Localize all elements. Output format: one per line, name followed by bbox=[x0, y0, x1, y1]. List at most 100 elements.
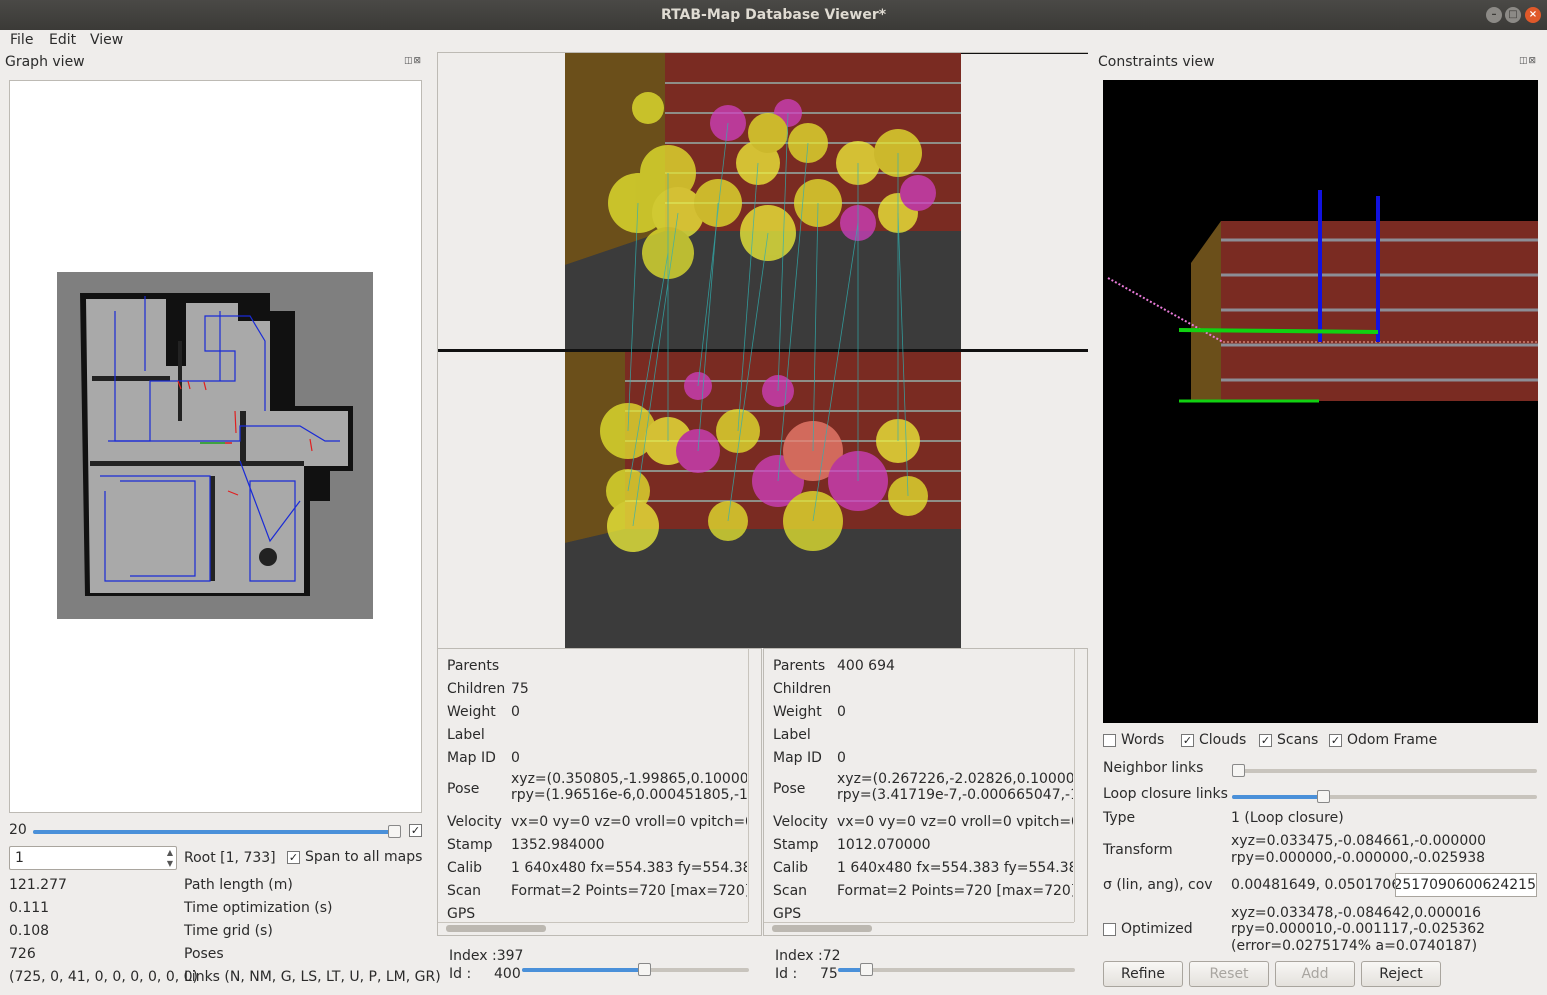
checkbox-clouds[interactable]: ✓ Clouds bbox=[1181, 732, 1246, 748]
info-row: Scan Format=2 Points=720 [max=720] Ra bbox=[447, 883, 747, 903]
stat-row: (725, 0, 41, 0, 0, 0, 0, 0, 0) Links (N, … bbox=[9, 969, 441, 989]
info-right-vscroll[interactable] bbox=[1074, 649, 1087, 922]
info-key: Stamp bbox=[447, 837, 493, 853]
root-label: Root [1, 733] bbox=[184, 850, 276, 866]
checkbox-words[interactable]: Words bbox=[1103, 732, 1164, 748]
spin-arrows-icon[interactable]: ▲ ▼ bbox=[167, 847, 173, 869]
root-spinbox[interactable]: 1 ▲ ▼ bbox=[9, 846, 177, 870]
sigma-label: σ (lin, ang), cov bbox=[1103, 877, 1213, 893]
checkbox-label: Words bbox=[1121, 732, 1165, 748]
checkbox-label: Scans bbox=[1277, 732, 1319, 748]
info-row: Parents bbox=[447, 658, 747, 678]
optimized-error: (error=0.0275174% a=0.0740187) bbox=[1231, 938, 1478, 954]
optimized-xyz: xyz=0.033478,-0.084642,0.000016 bbox=[1231, 905, 1482, 921]
info-key: Children bbox=[773, 681, 832, 697]
menu-edit[interactable]: Edit bbox=[49, 32, 76, 48]
covariance-value: 2517090600624215] bbox=[1395, 877, 1536, 893]
type-value: 1 (Loop closure) bbox=[1231, 810, 1344, 826]
stat-value: 726 bbox=[9, 946, 36, 962]
image-view-panel[interactable] bbox=[437, 52, 1088, 648]
info-left-hscroll[interactable] bbox=[438, 922, 748, 935]
loop-closure-links-slider[interactable] bbox=[1232, 795, 1537, 799]
stat-value: 0.108 bbox=[9, 923, 50, 939]
stat-label: Links (N, NM, G, LS, LT, U, P, LM, GR) bbox=[184, 969, 441, 985]
stat-row: 0.111 Time optimization (s) bbox=[9, 900, 429, 920]
checkbox-label: Clouds bbox=[1199, 732, 1247, 748]
right-index-slider-handle[interactable] bbox=[860, 963, 874, 976]
maximize-icon[interactable]: □ bbox=[1505, 7, 1521, 23]
info-value: Format=2 Points=720 [max=720] Ra bbox=[837, 883, 1073, 899]
stat-value: (725, 0, 41, 0, 0, 0, 0, 0, 0) bbox=[9, 969, 199, 985]
info-key: GPS bbox=[447, 906, 476, 922]
optimized-checkbox[interactable]: Optimized bbox=[1103, 921, 1193, 937]
left-index-slider-handle[interactable] bbox=[637, 963, 651, 976]
stat-label: Time grid (s) bbox=[184, 923, 273, 939]
loop-closure-links-slider-handle[interactable] bbox=[1316, 790, 1330, 803]
checkbox-box[interactable]: ✓ bbox=[1181, 733, 1194, 747]
menu-view[interactable]: View bbox=[90, 32, 123, 48]
info-value: 0 bbox=[837, 704, 846, 720]
info-row: Calib 1 640x480 fx=554.383 fy=554.383 c bbox=[447, 860, 747, 880]
left-id-label: Id : bbox=[449, 966, 472, 982]
info-key: Map ID bbox=[447, 750, 496, 766]
info-value-line2: rpy=(3.41719e-7,-0.000665047,-1.6 bbox=[837, 787, 1073, 803]
minimize-icon[interactable]: – bbox=[1486, 7, 1502, 23]
info-row: Velocity vx=0 vy=0 vz=0 vroll=0 vpitch=0 … bbox=[447, 814, 747, 834]
span-label: Span to all maps bbox=[305, 849, 423, 865]
transform-label: Transform bbox=[1103, 842, 1173, 858]
info-value: Format=2 Points=720 [max=720] Ra bbox=[511, 883, 747, 899]
info-row: Pose xyz=(0.350805,-1.99865,0.100002) rpy=… bbox=[447, 771, 747, 807]
info-key: Velocity bbox=[773, 814, 828, 830]
info-value: 1 640x480 fx=554.383 fy=554.383 c bbox=[511, 860, 747, 876]
info-value: vx=0 vy=0 vz=0 vroll=0 vpitch=0 vya bbox=[837, 814, 1073, 830]
right-index-label: Index :72 bbox=[775, 948, 841, 964]
info-key: Calib bbox=[773, 860, 809, 876]
graph-slider[interactable] bbox=[33, 830, 399, 834]
feature-match-lines bbox=[627, 112, 909, 527]
left-index-slider[interactable] bbox=[522, 968, 749, 972]
graph-slider-checkbox[interactable]: ✓ bbox=[409, 822, 427, 838]
info-row: Children 75 bbox=[447, 681, 747, 701]
info-key: Calib bbox=[447, 860, 483, 876]
info-value: 0 bbox=[837, 750, 846, 766]
neighbor-links-label: Neighbor links bbox=[1103, 760, 1204, 776]
info-key: Scan bbox=[447, 883, 482, 899]
checkbox-box[interactable]: ✓ bbox=[1329, 733, 1342, 747]
loop-closure-links-label: Loop closure links bbox=[1103, 786, 1228, 802]
graph-slider-value: 20 bbox=[9, 822, 27, 838]
signature-info-right: Parents 400 694 Children Weight 0 Label Map ID… bbox=[763, 648, 1088, 936]
root-input-value: 1 bbox=[15, 850, 24, 866]
type-label: Type bbox=[1103, 810, 1136, 826]
info-key: Pose bbox=[773, 781, 806, 797]
reset-button[interactable]: Reset bbox=[1189, 961, 1269, 987]
info-key: Label bbox=[447, 727, 485, 743]
dock-float-close-icon[interactable]: ◫⊠ bbox=[1519, 56, 1537, 66]
info-value-line2: rpy=(1.96516e-6,0.000451805,-1.58 bbox=[511, 787, 747, 803]
neighbor-links-slider[interactable] bbox=[1232, 769, 1537, 773]
covariance-field[interactable]: 2517090600624215] bbox=[1395, 873, 1537, 897]
info-right-hscroll[interactable] bbox=[764, 922, 1074, 935]
stat-row: 0.108 Time grid (s) bbox=[9, 923, 429, 943]
stat-value: 121.277 bbox=[9, 877, 67, 893]
checkbox-box[interactable] bbox=[1103, 733, 1116, 747]
add-button[interactable]: Add bbox=[1275, 961, 1355, 987]
right-id-value: 75 bbox=[820, 966, 838, 982]
info-left-vscroll[interactable] bbox=[748, 649, 761, 922]
span-all-maps-checkbox[interactable]: ✓ Span to all maps bbox=[287, 849, 422, 865]
graph-slider-handle[interactable] bbox=[388, 825, 401, 838]
graph-view-canvas[interactable] bbox=[9, 80, 422, 813]
checkbox-label: Odom Frame bbox=[1347, 732, 1438, 748]
close-icon[interactable]: × bbox=[1525, 7, 1541, 23]
right-index-slider[interactable] bbox=[838, 968, 1075, 972]
checkbox-box[interactable]: ✓ bbox=[1259, 733, 1272, 747]
info-value: vx=0 vy=0 vz=0 vroll=0 vpitch=0 vya bbox=[511, 814, 747, 830]
reject-button[interactable]: Reject bbox=[1361, 961, 1441, 987]
checkbox-scans[interactable]: ✓ Scans bbox=[1259, 732, 1318, 748]
checkbox-odom-frame[interactable]: ✓ Odom Frame bbox=[1329, 732, 1437, 748]
refine-button[interactable]: Refine bbox=[1103, 961, 1183, 987]
neighbor-links-slider-handle[interactable] bbox=[1232, 764, 1245, 777]
menu-file[interactable]: File bbox=[10, 32, 33, 48]
dock-float-close-icon[interactable]: ◫⊠ bbox=[404, 56, 422, 66]
constraints-3d-view[interactable] bbox=[1103, 80, 1538, 723]
stat-label: Time optimization (s) bbox=[184, 900, 333, 916]
